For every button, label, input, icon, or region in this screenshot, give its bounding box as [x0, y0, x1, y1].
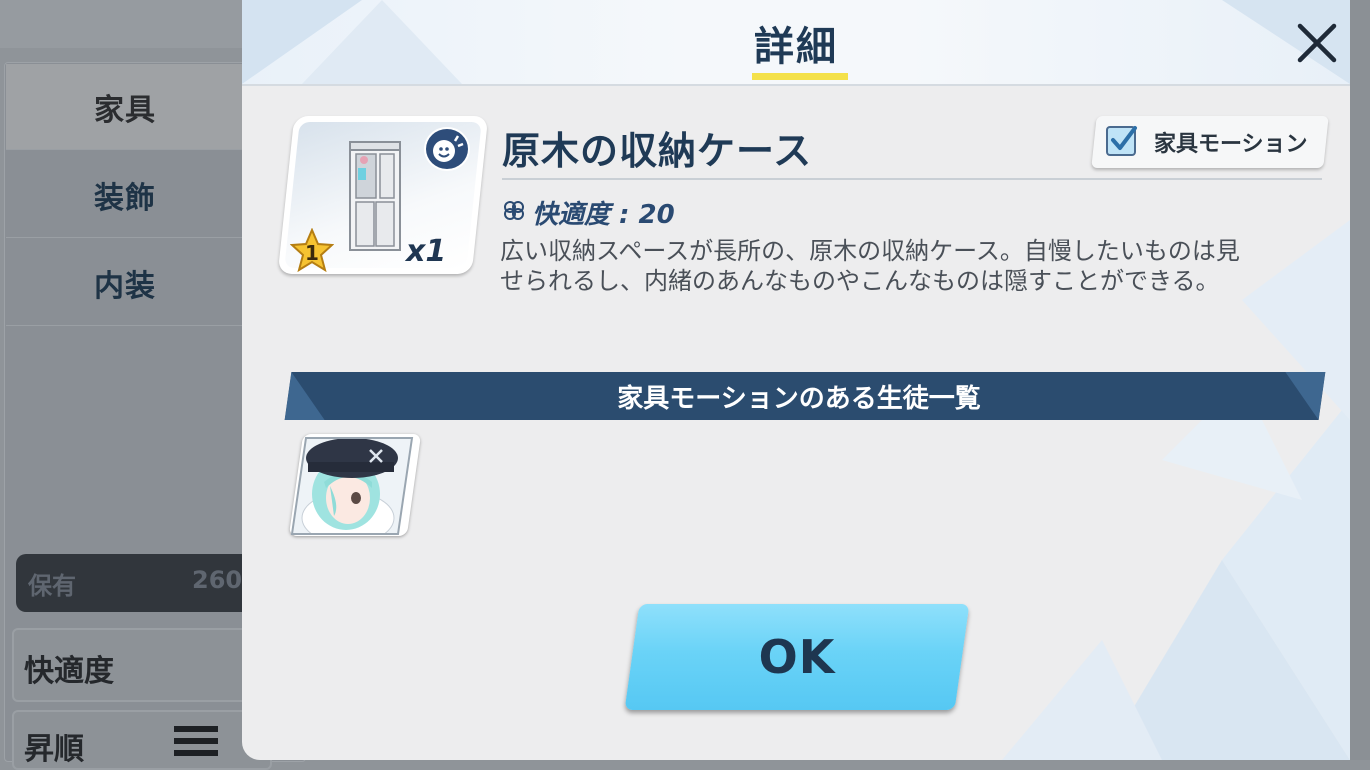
rarity-star-icon: 1 [290, 228, 334, 272]
item-quantity: x1 [406, 234, 447, 269]
motion-toggle-label: 家具モーション [1154, 132, 1308, 157]
owned-value: 260 [192, 566, 243, 594]
rarity-value: 1 [305, 241, 319, 265]
storage-case-image [349, 141, 401, 251]
name-divider [502, 178, 1322, 180]
item-name: 原木の収納ケース [502, 129, 813, 173]
list-order-icon [174, 726, 218, 760]
motion-smile-icon [424, 127, 470, 171]
close-icon [1297, 23, 1337, 63]
clover-icon [504, 201, 524, 220]
description-line-1: 広い収納スペースが長所の、原木の収納ケース。自慢したいものは見 [500, 237, 1240, 265]
owned-label: 保有 [28, 572, 76, 600]
sort-label: 快適度 [24, 654, 114, 689]
description-line-2: せられるし、内緒のあんなものやこんなものは隠すことができる。 [500, 267, 1220, 295]
title-underline [752, 73, 848, 80]
background-right-edge [1350, 0, 1370, 760]
ok-button-label: OK [758, 630, 836, 684]
student-portrait-icon [290, 437, 414, 535]
order-label: 昇順 [24, 732, 84, 767]
close-button[interactable] [1294, 20, 1340, 66]
comfort-value: 快適度 : 20 [532, 200, 675, 230]
item-description: 広い収納スペースが長所の、原木の収納ケース。自慢したいものは見 せられるし、内緒… [500, 236, 1320, 296]
checkmark-icon [1111, 126, 1137, 150]
student-list-title: 家具モーションのある生徒一覧 [617, 384, 981, 414]
motion-checkbox[interactable] [1106, 126, 1137, 156]
modal-title: 詳細 [754, 24, 838, 70]
